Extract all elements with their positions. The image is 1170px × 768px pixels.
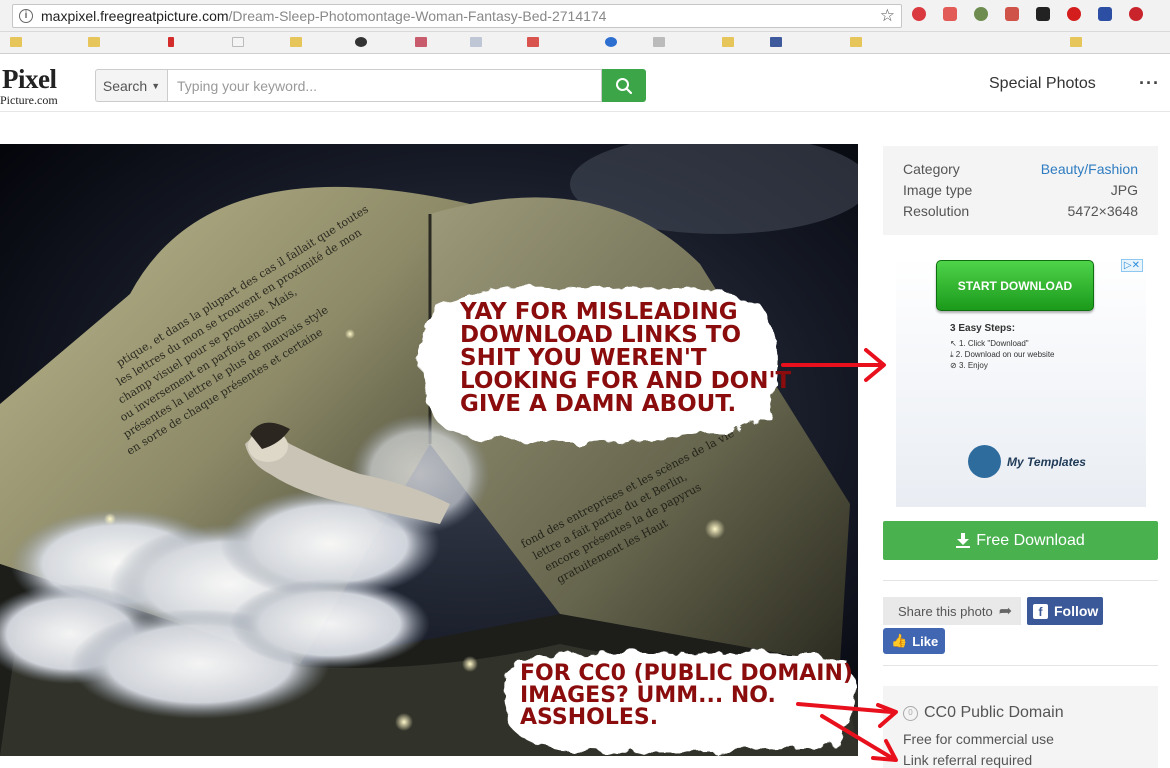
bookmark-folder-icon[interactable] [88, 37, 100, 47]
info-value: 5472×3648 [1067, 203, 1138, 219]
info-row-image-type: Image type JPG [903, 182, 1138, 198]
divider [883, 580, 1158, 581]
ad-choices-icon[interactable]: ▷✕ [1120, 259, 1143, 272]
facebook-icon: f [1033, 603, 1048, 619]
info-label: Resolution [903, 203, 970, 219]
chevron-down-icon: ▼ [151, 80, 161, 91]
facebook-like-button[interactable]: 👍 Like [883, 628, 945, 654]
license-box: 0 CC0 Public Domain Free for commercial … [883, 686, 1158, 768]
site-logo-subtitle[interactable]: Picture.com [0, 93, 58, 108]
main-photo[interactable]: ptique, et dans la plupart des cas il fa… [0, 144, 858, 756]
info-label: Category [903, 161, 960, 177]
ad-step-text: 3. Enjoy [958, 361, 988, 370]
screenshot: i maxpixel.freegreatpicture.com/Dream-Sl… [0, 0, 1170, 768]
extension-icon[interactable] [1005, 7, 1019, 21]
free-download-button[interactable]: Free Download [883, 521, 1158, 560]
ad-step: ↖ 1. Click "Download" [950, 339, 1029, 348]
thumbs-up-icon: 👍 [891, 633, 908, 648]
search-type-dropdown[interactable]: Search ▼ [95, 69, 167, 102]
check-icon: ⊘ [950, 361, 959, 370]
ad-brand: My Templates [968, 445, 1086, 478]
info-label: Image type [903, 182, 973, 198]
like-label: Like [912, 633, 939, 649]
bookmark-icon[interactable] [770, 37, 782, 47]
search-dropdown-label: Search [102, 77, 148, 94]
license-commercial: Free for commercial use [903, 731, 1054, 747]
share-arrow-icon: ➦ [998, 603, 1013, 620]
facebook-follow-button[interactable]: f Follow [1027, 597, 1103, 625]
bookmark-folder-icon[interactable] [850, 37, 862, 47]
bookmark-icon[interactable] [605, 37, 617, 47]
ad-step: ⤓ 2. Download on our website [950, 350, 1055, 360]
bookmark-icon[interactable] [527, 37, 539, 47]
divider [883, 665, 1158, 666]
info-row-category: Category Beauty/Fashion [903, 161, 1138, 177]
search-input[interactable] [167, 69, 602, 102]
bookmark-icon[interactable] [415, 37, 427, 47]
free-download-label: Free Download [976, 531, 1085, 549]
extension-icons [912, 7, 1143, 21]
callout-text-cc0: FOR CC0 (PUBLIC DOMAIN) IMAGES? UMM... N… [520, 661, 853, 730]
bookmark-folder-icon[interactable] [722, 37, 734, 47]
extension-icon[interactable] [912, 7, 926, 21]
bookmark-icon[interactable] [355, 37, 367, 47]
bookmark-star-icon[interactable]: ☆ [880, 6, 895, 26]
bookmark-folder-icon[interactable] [290, 37, 302, 47]
license-referral: Link referral required [903, 752, 1033, 768]
bookmark-folder-icon[interactable] [1070, 37, 1082, 47]
download-icon [956, 533, 971, 548]
callout-text-misleading-links: YAY FOR MISLEADING DOWNLOAD LINKS TO SHI… [460, 299, 792, 417]
url-domain: maxpixel.freegreatpicture.com [41, 8, 229, 24]
url-field[interactable]: i maxpixel.freegreatpicture.com/Dream-Sl… [12, 4, 902, 28]
ad-steps-title: 3 Easy Steps: [950, 323, 1016, 334]
ad-step: ⊘ 3. Enjoy [950, 361, 988, 370]
advertisement[interactable]: START DOWNLOAD ▷✕ 3 Easy Steps: ↖ 1. Cli… [896, 257, 1146, 507]
info-icon[interactable]: i [19, 9, 33, 23]
extension-icon[interactable] [1067, 7, 1081, 21]
cc0-icon: 0 [903, 705, 918, 721]
extension-icon[interactable] [974, 7, 988, 21]
cursor-icon: ↖ [950, 339, 959, 348]
bookmark-icon[interactable] [470, 37, 482, 47]
extension-icon[interactable] [1129, 7, 1143, 21]
ad-start-download-button[interactable]: START DOWNLOAD [936, 260, 1094, 311]
bookmark-folder-icon[interactable] [10, 37, 22, 47]
ad-brand-name: My Templates [1007, 454, 1086, 469]
photo-info-box: Category Beauty/Fashion Image type JPG R… [883, 146, 1158, 235]
license-title-text: CC0 Public Domain [924, 704, 1064, 721]
arrow-head [864, 348, 886, 382]
browser-address-bar: i maxpixel.freegreatpicture.com/Dream-Sl… [0, 0, 1170, 32]
info-value: JPG [1110, 182, 1138, 198]
url-path: /Dream-Sleep-Photomontage-Woman-Fantasy-… [228, 8, 607, 24]
license-title: 0 CC0 Public Domain [903, 704, 1064, 722]
site-logo[interactable]: Pixel [2, 64, 57, 95]
extension-icon[interactable] [1098, 7, 1112, 21]
bookmarks-bar [0, 32, 1170, 54]
search-bar: Search ▼ [95, 69, 646, 102]
nav-special-photos[interactable]: Special Photos [989, 75, 1096, 93]
share-label: Share this photo [898, 603, 993, 619]
more-menu-icon[interactable]: ··· [1139, 73, 1160, 94]
ad-step-text: 1. Click "Download" [958, 339, 1029, 348]
ad-logo-icon [968, 445, 1001, 478]
extension-icon[interactable] [1036, 7, 1050, 21]
category-link[interactable]: Beauty/Fashion [1041, 161, 1138, 177]
search-button[interactable] [602, 69, 646, 102]
extension-icon[interactable] [943, 7, 957, 21]
search-icon [616, 77, 633, 94]
bookmark-icon[interactable] [168, 37, 174, 47]
bookmark-icon[interactable] [232, 37, 244, 47]
share-photo-button[interactable]: Share this photo ➦ [883, 597, 1021, 625]
ad-step-text: 2. Download on our website [955, 350, 1055, 359]
site-header: Pixel Picture.com Search ▼ Special Photo… [0, 55, 1170, 112]
follow-label: Follow [1054, 603, 1099, 619]
bookmark-icon[interactable] [653, 37, 665, 47]
info-row-resolution: Resolution 5472×3648 [903, 203, 1138, 219]
